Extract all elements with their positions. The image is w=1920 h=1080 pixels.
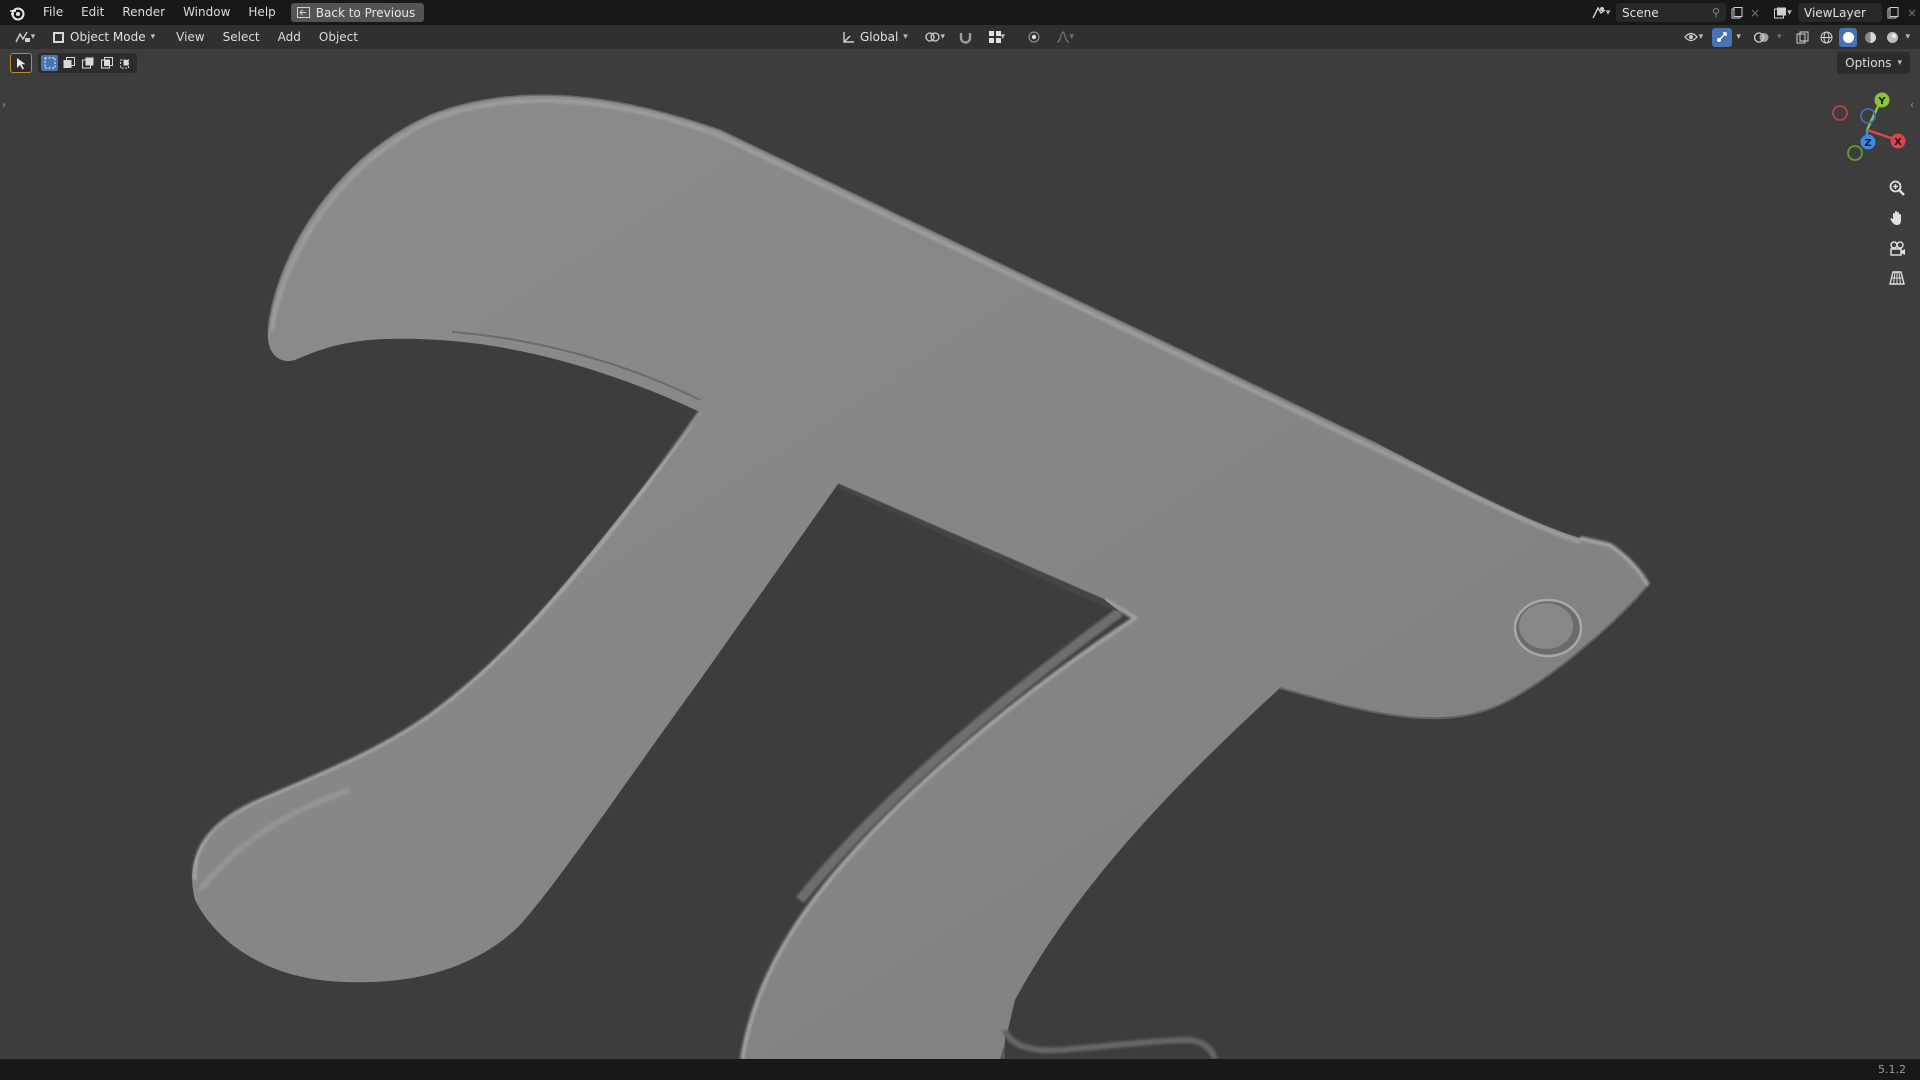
- menu-render[interactable]: Render: [113, 0, 174, 25]
- gizmo-y-label: Y: [1877, 96, 1886, 107]
- overlays-dropdown-icon[interactable]: ▾: [1777, 32, 1782, 42]
- navigation-buttons: [1884, 176, 1910, 290]
- topbar: File Edit Render Window Help Back to Pre…: [0, 0, 1920, 25]
- menu-edit[interactable]: Edit: [72, 0, 113, 25]
- transform-orientation-label: Global: [860, 30, 899, 44]
- toolbar-expand-icon[interactable]: ›: [2, 100, 6, 111]
- wireframe-shading-icon[interactable]: [1817, 28, 1835, 47]
- menu-view[interactable]: View: [167, 25, 213, 49]
- version-label: 5.1.2: [1878, 1063, 1906, 1076]
- proportional-editing-icon[interactable]: [1024, 28, 1044, 47]
- material-preview-icon[interactable]: [1861, 28, 1879, 47]
- perspective-grid-icon[interactable]: [1884, 266, 1910, 290]
- overlays-toggle-icon[interactable]: [1751, 28, 1773, 47]
- visibility-selectability-icon[interactable]: ▾: [1678, 28, 1708, 47]
- scene-selector-icon[interactable]: ▾: [1586, 3, 1616, 22]
- object-mode-dropdown[interactable]: Object Mode ▾: [46, 28, 161, 47]
- menu-object[interactable]: Object: [310, 25, 367, 49]
- back-to-previous-label: Back to Previous: [315, 5, 416, 20]
- pi-object-render[interactable]: [0, 49, 1920, 1059]
- transform-controls: Global ▾ ▾ ▾ ▾: [836, 25, 1080, 49]
- gizmo-dropdown-icon[interactable]: ▾: [1736, 32, 1741, 42]
- pan-hand-icon[interactable]: [1884, 206, 1910, 230]
- gizmo-neg-x-icon[interactable]: [1832, 105, 1848, 121]
- xray-toggle-icon[interactable]: [1791, 28, 1813, 47]
- 3d-viewport[interactable]: [0, 49, 1920, 1059]
- new-scene-icon[interactable]: [1726, 3, 1748, 22]
- object-mode-icon: [53, 31, 64, 43]
- object-mode-label: Object Mode: [70, 30, 146, 44]
- scene-name-field[interactable]: Scene ⚲: [1616, 3, 1726, 22]
- navigation-gizmo[interactable]: Y X Z: [1815, 90, 1915, 170]
- back-to-previous-button[interactable]: Back to Previous: [290, 3, 425, 22]
- viewport-display-controls: ▾ ▾ ▾ ▾: [1678, 25, 1910, 49]
- snap-magnet-icon[interactable]: [956, 28, 976, 47]
- menu-file[interactable]: File: [34, 0, 72, 25]
- chevron-down-icon: ▾: [150, 32, 156, 42]
- pin-icon[interactable]: ⚲: [1712, 6, 1720, 19]
- menu-help[interactable]: Help: [239, 0, 284, 25]
- menu-add[interactable]: Add: [269, 25, 310, 49]
- transform-orientation-dropdown[interactable]: Global ▾: [836, 28, 914, 47]
- editor-type-icon[interactable]: ▾: [8, 28, 42, 47]
- camera-view-icon[interactable]: [1884, 236, 1910, 260]
- solid-shading-icon[interactable]: [1839, 27, 1858, 47]
- view-layer-selector-icon[interactable]: ▾: [1768, 3, 1798, 22]
- screen-back-icon: [296, 7, 310, 18]
- gizmo-toggle-icon[interactable]: [1712, 27, 1733, 47]
- new-view-layer-icon[interactable]: [1882, 3, 1904, 22]
- scene-name: Scene: [1622, 5, 1659, 20]
- delete-view-layer-icon[interactable]: ×: [1904, 3, 1920, 22]
- shading-dropdown-icon[interactable]: ▾: [1905, 32, 1910, 42]
- snap-increment-icon[interactable]: ▾: [982, 28, 1012, 47]
- blender-logo-icon[interactable]: [0, 0, 34, 25]
- chevron-down-icon: ▾: [903, 32, 908, 42]
- view-layer-field[interactable]: ViewLayer: [1798, 3, 1882, 22]
- gizmo-x-label: X: [1894, 137, 1902, 148]
- proportional-falloff-icon[interactable]: ▾: [1050, 28, 1080, 47]
- status-bar: 5.1.2: [0, 1059, 1920, 1080]
- menu-select[interactable]: Select: [214, 25, 269, 49]
- delete-scene-icon[interactable]: ×: [1748, 3, 1762, 22]
- zoom-icon[interactable]: [1884, 176, 1910, 200]
- pivot-point-icon[interactable]: ▾: [920, 28, 950, 47]
- gizmo-neg-y-icon[interactable]: [1847, 145, 1863, 161]
- view-layer-name: ViewLayer: [1804, 5, 1866, 20]
- orientation-axes-icon: [843, 31, 854, 43]
- menu-window[interactable]: Window: [174, 0, 239, 25]
- gizmo-z-label: Z: [1864, 138, 1871, 149]
- rendered-shading-icon[interactable]: [1883, 28, 1901, 47]
